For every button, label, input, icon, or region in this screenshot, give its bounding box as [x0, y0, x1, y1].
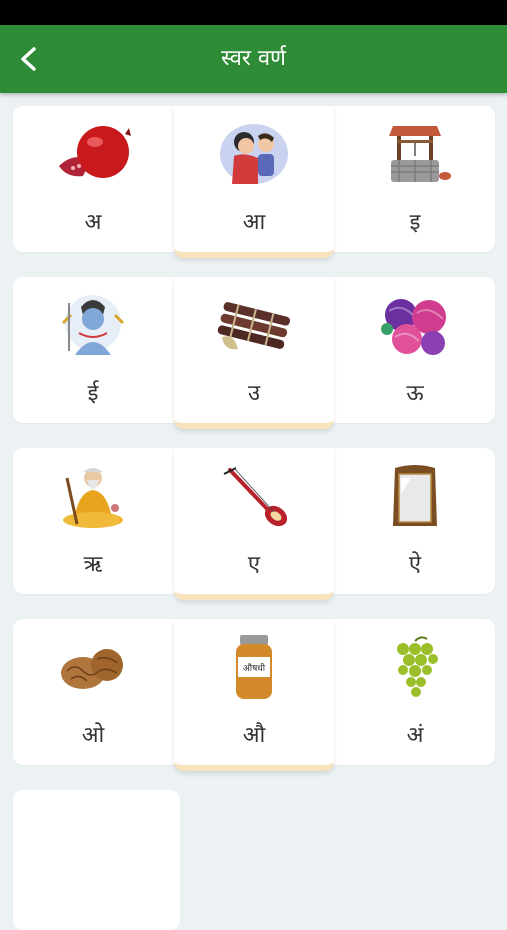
- letter-label: औ: [242, 723, 266, 748]
- letter-card[interactable]: ए: [174, 448, 334, 600]
- letter-label: इ: [409, 210, 421, 235]
- letter-label: ऋ: [83, 552, 103, 577]
- page-title: स्वर वर्ण: [221, 46, 286, 71]
- letter-row: अ आ इ: [13, 106, 495, 258]
- letter-row: ऋ ए ऐ: [13, 448, 495, 600]
- shiva-icon: [61, 295, 125, 355]
- medicine-bottle-icon: औषधी: [236, 635, 272, 699]
- letter-label: अ: [84, 210, 102, 235]
- letter-row: ओ औषधी औ अं: [13, 619, 495, 771]
- letter-card[interactable]: इ: [335, 106, 495, 252]
- letter-label: उ: [247, 381, 261, 406]
- bottle-label: औषधी: [243, 662, 266, 674]
- letter-label: ऊ: [406, 381, 424, 406]
- sugarcane-icon: [217, 302, 291, 350]
- letter-card[interactable]: ओ: [13, 619, 173, 765]
- letter-label: ए: [247, 552, 261, 577]
- letter-grid: अ आ इ ई उ ऊ ऋ ए ऐ ओ औषधी औ अं: [13, 106, 495, 790]
- letter-row: ई उ ऊ: [13, 277, 495, 429]
- letter-label: अं: [406, 723, 424, 748]
- sage-icon: [63, 468, 123, 528]
- wool-balls-icon: [381, 299, 446, 355]
- letter-label: आ: [242, 210, 266, 235]
- mother-child-icon: [220, 124, 288, 184]
- letter-label: ऐ: [408, 552, 422, 577]
- letter-label: ओ: [81, 723, 105, 748]
- letter-card[interactable]: आ: [174, 106, 334, 258]
- grapes-icon: [397, 636, 438, 697]
- letter-card[interactable]: ऊ: [335, 277, 495, 423]
- walnut-icon: [61, 649, 123, 689]
- ektara-icon: [223, 467, 288, 527]
- letter-card[interactable]: अं: [335, 619, 495, 765]
- letter-card[interactable]: औषधी औ: [174, 619, 334, 771]
- letter-label: ई: [87, 381, 99, 406]
- letter-card[interactable]: उ: [174, 277, 334, 429]
- letter-card[interactable]: अ: [13, 106, 173, 252]
- letter-card[interactable]: ऐ: [335, 448, 495, 594]
- letter-card-partial[interactable]: [13, 790, 180, 930]
- mirror-icon: [393, 465, 437, 526]
- status-bar: [0, 0, 507, 25]
- well-icon: [389, 126, 451, 182]
- letter-card[interactable]: ऋ: [13, 448, 173, 594]
- pomegranate-icon: [59, 126, 131, 178]
- app-bar: स्वर वर्ण: [0, 25, 507, 93]
- letter-card[interactable]: ई: [13, 277, 173, 423]
